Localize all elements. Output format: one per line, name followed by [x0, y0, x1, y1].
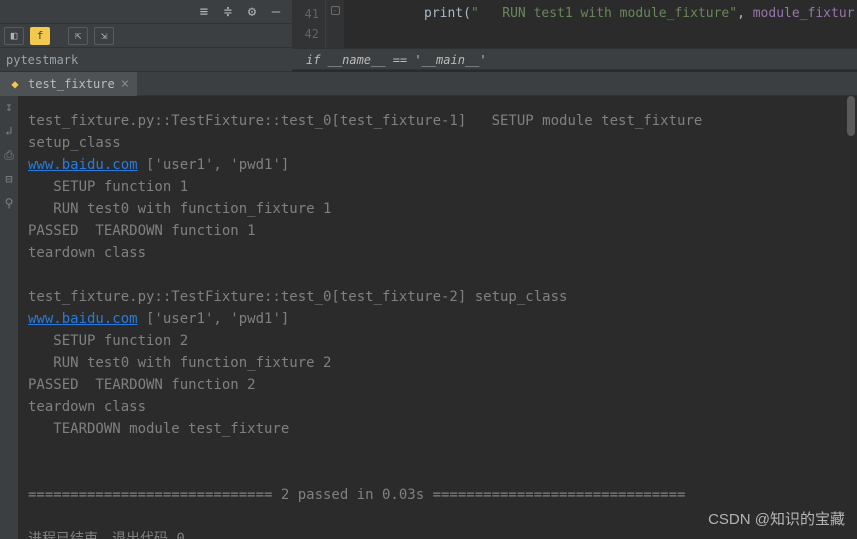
- console-output[interactable]: test_fixture.py::TestFixture::test_0[tes…: [18, 96, 857, 539]
- clear-icon[interactable]: ⊟: [2, 172, 16, 186]
- structure-view-toolbar: ◧ f ⇱ ⇲: [0, 24, 292, 48]
- console-line: SETUP function 2: [28, 333, 188, 349]
- console-line: PASSED TEARDOWN function 1: [28, 223, 256, 239]
- gear-icon[interactable]: ⚙: [244, 4, 260, 20]
- console-line: ['user1', 'pwd1']: [138, 157, 290, 173]
- vertical-scrollbar[interactable]: [847, 96, 855, 136]
- code-comma: ,: [737, 6, 753, 21]
- code-fn-print: print: [424, 6, 463, 21]
- code-editor[interactable]: print(" RUN test1 with module_fixture", …: [344, 0, 857, 48]
- gutter-line-41: 41: [292, 4, 319, 24]
- code-string-literal: " RUN test1 with module_fixture": [471, 6, 737, 21]
- console-line: PASSED TEARDOWN function 2: [28, 377, 256, 393]
- collapse-all-icon[interactable]: ⇲: [94, 27, 114, 45]
- view-fields-icon[interactable]: f: [30, 27, 50, 45]
- close-icon[interactable]: ×: [121, 76, 129, 92]
- structure-panel: ≡ ≑ ⚙ — ◧ f ⇱ ⇲ pytestmark: [0, 0, 292, 72]
- code-paren: (: [463, 6, 471, 21]
- console-line: SETUP function 1: [28, 179, 188, 195]
- editor-area: 41 42 - print(" RUN test1 with module_fi…: [292, 0, 857, 72]
- console-line: test_fixture.py::TestFixture::test_0[tes…: [28, 113, 702, 129]
- console-toolbar: ↧ ↲ ⎙ ⊟ ⚲: [0, 96, 18, 539]
- fold-end-icon[interactable]: -: [331, 6, 340, 15]
- console-link[interactable]: www.baidu.com: [28, 311, 138, 327]
- gutter-line-42: 42: [292, 24, 319, 44]
- console-line: RUN test0 with function_fixture 1: [28, 201, 331, 217]
- run-tab-bar: ◆ test_fixture ×: [0, 72, 857, 96]
- run-tab-label: test_fixture: [28, 77, 115, 91]
- soft-wrap-icon[interactable]: ↲: [2, 124, 16, 138]
- structure-toolbar: ≡ ≑ ⚙ —: [0, 0, 292, 24]
- breadcrumb-text: if __name__ == '__main__': [306, 53, 487, 67]
- breadcrumb-hint[interactable]: if __name__ == '__main__': [292, 48, 857, 70]
- console-line: TEARDOWN module test_fixture: [28, 421, 289, 437]
- hide-icon[interactable]: —: [268, 4, 284, 20]
- view-mode-1-icon[interactable]: ◧: [4, 27, 24, 45]
- console-line: teardown class: [28, 399, 146, 415]
- console-line: test_fixture.py::TestFixture::test_0[tes…: [28, 289, 567, 305]
- run-tab-test_fixture[interactable]: ◆ test_fixture ×: [0, 72, 137, 96]
- console-line: RUN test0 with function_fixture 2: [28, 355, 331, 371]
- expand-all-icon[interactable]: ⇱: [68, 27, 88, 45]
- watermark: CSDN @知识的宝藏: [708, 508, 845, 529]
- console-line: setup_class: [28, 135, 121, 151]
- editor-gutter: 41 42: [292, 0, 326, 48]
- python-icon: ◆: [8, 77, 22, 91]
- console-line: teardown class: [28, 245, 146, 261]
- scroll-to-end-icon[interactable]: ↧: [2, 100, 16, 114]
- sort-icon[interactable]: ≡: [196, 4, 212, 20]
- code-var: module_fixtur: [753, 6, 855, 21]
- fold-column: -: [326, 0, 344, 48]
- structure-item-pytestmark[interactable]: pytestmark: [0, 48, 292, 72]
- console-line: ============================= 2 passed i…: [28, 487, 685, 503]
- print-icon[interactable]: ⎙: [2, 148, 16, 162]
- console-line: ['user1', 'pwd1']: [138, 311, 290, 327]
- filter-icon[interactable]: ≑: [220, 4, 236, 20]
- console-panel: ↧ ↲ ⎙ ⊟ ⚲ test_fixture.py::TestFixture::…: [0, 96, 857, 539]
- structure-item-label: pytestmark: [6, 53, 78, 67]
- filter-output-icon[interactable]: ⚲: [2, 196, 16, 210]
- console-line: 进程已结束，退出代码 0: [28, 531, 185, 539]
- console-link[interactable]: www.baidu.com: [28, 157, 138, 173]
